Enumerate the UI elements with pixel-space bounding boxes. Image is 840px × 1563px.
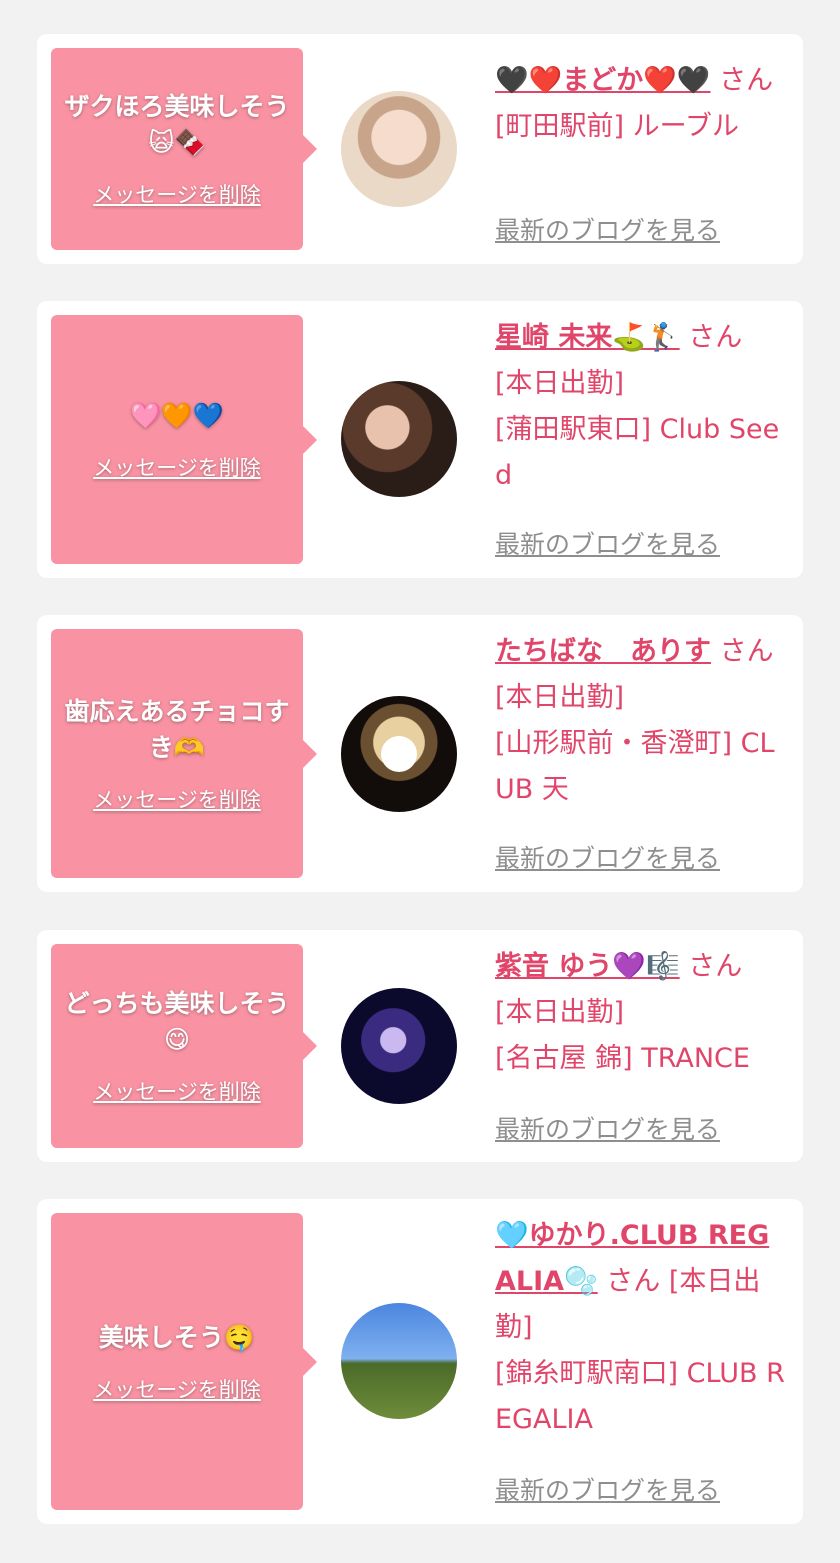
honorific: さん xyxy=(719,636,774,667)
cast-info: 紫音 ゆう💜🎼 さん [本日出勤] [名古屋 錦] TRANCE xyxy=(495,944,785,1082)
message-text: どっちも美味しそう😋 xyxy=(64,989,290,1054)
delete-message-link[interactable]: メッセージを削除 xyxy=(93,1374,261,1404)
honorific: さん xyxy=(606,1266,661,1297)
cast-info: 星崎 未来⛳🏌️ さん [本日出勤] [蒲田駅東口] Club Seed xyxy=(495,315,785,499)
cast-name-link[interactable]: 🖤❤️まどか❤️🖤 xyxy=(495,65,710,96)
message-card: ザクほろ美味しそう🙀🍫 メッセージを削除 🖤❤️まどか❤️🖤 さん [町田駅前]… xyxy=(37,34,803,264)
work-status: [本日出勤] xyxy=(495,368,625,399)
honorific: さん xyxy=(688,322,743,353)
avatar[interactable] xyxy=(341,988,457,1104)
cast-name-link[interactable]: たちばな ありす xyxy=(495,636,711,667)
message-text: ザクほろ美味しそう🙀🍫 xyxy=(64,92,290,157)
message-bubble: 歯応えあるチョコすき🫶 メッセージを削除 xyxy=(51,629,317,878)
latest-blog-link[interactable]: 最新のブログを見る xyxy=(495,1471,720,1507)
message-card: 🩷🧡💙 メッセージを削除 星崎 未来⛳🏌️ さん [本日出勤] [蒲田駅東口] … xyxy=(37,301,803,578)
shop-name: [蒲田駅東口] Club Seed xyxy=(495,414,780,491)
latest-blog-link[interactable]: 最新のブログを見る xyxy=(495,525,720,561)
shop-name: [錦糸町駅南口] CLUB REGALIA xyxy=(495,1358,785,1435)
message-bubble: 🩷🧡💙 メッセージを削除 xyxy=(51,315,317,564)
cast-info: 🩵ゆかり.CLUB REGALIA🫧 さん [本日出勤] [錦糸町駅南口] CL… xyxy=(495,1213,785,1443)
delete-message-link[interactable]: メッセージを削除 xyxy=(93,1076,261,1106)
message-bubble: 美味しそう🤤 メッセージを削除 xyxy=(51,1213,317,1510)
message-card: 美味しそう🤤 メッセージを削除 🩵ゆかり.CLUB REGALIA🫧 さん [本… xyxy=(37,1199,803,1524)
honorific: さん xyxy=(719,65,774,96)
avatar[interactable] xyxy=(341,91,457,207)
message-bubble: ザクほろ美味しそう🙀🍫 メッセージを削除 xyxy=(51,48,317,250)
message-card: どっちも美味しそう😋 メッセージを削除 紫音 ゆう💜🎼 さん [本日出勤] [名… xyxy=(37,930,803,1162)
cast-info: たちばな ありす さん [本日出勤] [山形駅前・香澄町] CLUB 天 xyxy=(495,629,785,813)
shop-name: [山形駅前・香澄町] CLUB 天 xyxy=(495,728,775,805)
message-text: 🩷🧡💙 xyxy=(130,400,224,430)
delete-message-link[interactable]: メッセージを削除 xyxy=(93,452,261,482)
latest-blog-link[interactable]: 最新のブログを見る xyxy=(495,1110,720,1146)
avatar[interactable] xyxy=(341,1303,457,1419)
work-status: [本日出勤] xyxy=(495,997,625,1028)
shop-name: [名古屋 錦] TRANCE xyxy=(495,1043,750,1074)
avatar[interactable] xyxy=(341,381,457,497)
delete-message-link[interactable]: メッセージを削除 xyxy=(93,784,261,814)
delete-message-link[interactable]: メッセージを削除 xyxy=(93,179,261,209)
latest-blog-link[interactable]: 最新のブログを見る xyxy=(495,211,720,247)
cast-name-link[interactable]: 星崎 未来⛳🏌️ xyxy=(495,322,680,353)
message-card: 歯応えあるチョコすき🫶 メッセージを削除 たちばな ありす さん [本日出勤] … xyxy=(37,615,803,892)
message-bubble: どっちも美味しそう😋 メッセージを削除 xyxy=(51,944,317,1148)
avatar[interactable] xyxy=(341,696,457,812)
work-status: [本日出勤] xyxy=(495,682,625,713)
message-text: 歯応えあるチョコすき🫶 xyxy=(64,696,290,762)
message-text: 美味しそう🤤 xyxy=(98,1322,256,1352)
latest-blog-link[interactable]: 最新のブログを見る xyxy=(495,839,720,875)
cast-name-link[interactable]: 紫音 ゆう💜🎼 xyxy=(495,951,680,982)
honorific: さん xyxy=(688,951,743,982)
heart-sticker-icon xyxy=(381,736,417,772)
cast-info: 🖤❤️まどか❤️🖤 さん [町田駅前] ルーブル xyxy=(495,58,785,150)
shop-name: [町田駅前] ルーブル xyxy=(495,111,740,142)
